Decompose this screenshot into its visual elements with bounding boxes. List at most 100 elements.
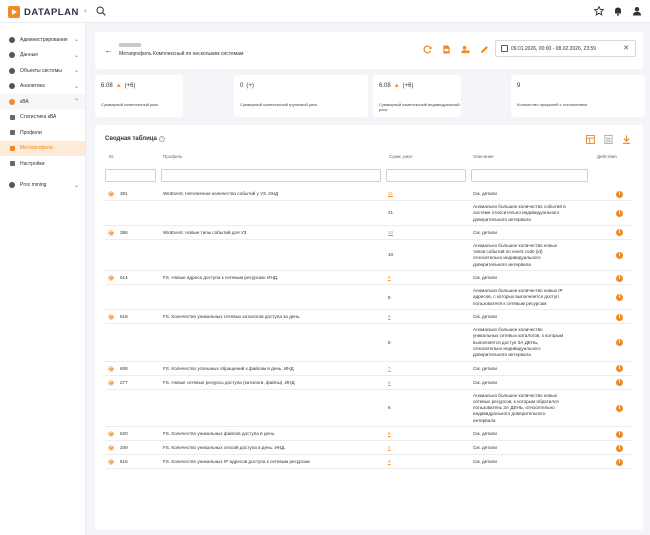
logo-icon <box>8 6 20 18</box>
info-icon[interactable]: i <box>616 209 623 217</box>
row-id: 386 <box>120 229 128 235</box>
search-icon[interactable] <box>96 6 106 16</box>
row-id: 391 <box>120 191 128 196</box>
table-row[interactable]: 620 FS. Количество уникальных файлов дост… <box>105 427 631 441</box>
info-icon[interactable]: i <box>616 294 623 302</box>
detail-description: Аномально большое количество новых типов … <box>473 243 593 268</box>
row-id: 608 <box>120 365 128 371</box>
row-description: См. детали <box>473 445 497 450</box>
date-range-picker[interactable]: 09.01.2026, 00:00 - 08.02.2026, 23:59 ✕ <box>495 40 636 57</box>
collapse-sidebar-icon[interactable]: ‹ <box>84 6 87 15</box>
table-row[interactable]: 608 FS. Количество успешных обращений к ф… <box>105 362 631 376</box>
info-icon[interactable]: i <box>616 274 623 282</box>
info-icon[interactable]: i <box>616 404 623 412</box>
row-risk-link[interactable]: 8 <box>388 275 391 281</box>
expand-row-icon[interactable] <box>108 275 114 282</box>
expand-row-icon[interactable] <box>108 459 114 465</box>
table-row[interactable]: 277 FS. Новые сетевые ресурсы доступа (ка… <box>105 376 631 390</box>
column-header-description[interactable]: Описание <box>473 154 494 159</box>
sidebar-item-metaprofiles[interactable]: Метапрофили <box>0 140 85 156</box>
sidebar-item-label: Администрирование <box>20 36 68 43</box>
chevron-down-icon: ⌄ <box>73 68 79 74</box>
filter-id-input[interactable] <box>105 169 156 182</box>
sidebar-item-system-objects[interactable]: Объекты системы ⌄ <box>0 63 85 79</box>
row-risk-link[interactable]: 5 <box>388 431 391 437</box>
row-description: См. детали <box>473 314 497 319</box>
page-title: Метапрофиль Комплексный по нескольким си… <box>119 51 244 57</box>
table-row[interactable]: 618 FS. Количество уникальных сетевых кат… <box>105 310 631 324</box>
back-arrow-icon[interactable]: ← <box>104 45 113 55</box>
sidebar-item-proc-mining[interactable]: Proc mining ⌄ <box>0 178 85 194</box>
row-risk-link[interactable]: 6 <box>388 380 391 386</box>
column-settings-icon[interactable] <box>586 135 595 144</box>
app-logo[interactable]: DATAPLAN <box>8 6 79 18</box>
bell-icon[interactable] <box>613 6 623 16</box>
refresh-icon[interactable] <box>423 45 432 54</box>
sidebar-item-kva-statistics[interactable]: Статистика кВА <box>0 110 85 126</box>
table-row[interactable]: 614 FS. Новые адреса доступа к сетевым ре… <box>105 271 631 286</box>
user-icon[interactable] <box>632 6 642 16</box>
filter-profile-input[interactable] <box>161 169 381 182</box>
clear-date-icon[interactable]: ✕ <box>623 44 629 52</box>
help-icon[interactable]: ? <box>158 136 165 142</box>
row-profile: FS. Количество успешных обращений к файл… <box>163 365 294 371</box>
download-icon[interactable] <box>622 135 631 144</box>
table-row[interactable]: 349 FS. Количество уникальных сессий дост… <box>105 441 631 455</box>
row-risk-link[interactable]: 21 <box>388 191 393 197</box>
table-detail-row: 10 Аномально большое количество новых типо… <box>105 240 631 272</box>
info-icon[interactable]: i <box>616 229 623 237</box>
column-header-profile[interactable]: Профиль <box>163 154 182 159</box>
info-icon[interactable]: i <box>616 339 623 347</box>
filter-risk-input[interactable] <box>386 169 466 182</box>
pdf-export-icon[interactable] <box>442 45 451 54</box>
table-row[interactable]: 391 WinEvent. Нетипичное количество событ… <box>105 187 631 201</box>
info-icon[interactable]: i <box>616 313 623 321</box>
info-icon[interactable]: i <box>616 444 623 452</box>
info-icon[interactable]: i <box>616 379 623 386</box>
sidebar-item-label: Метапрофили <box>20 145 53 152</box>
edit-icon[interactable] <box>480 45 489 54</box>
stat-card-profiles-count: 9 Количество профилей с отклонением <box>511 75 645 117</box>
expand-row-icon[interactable] <box>108 365 114 372</box>
page-header: ← Метапрофиль Комплексный по нескольким … <box>95 32 643 69</box>
sidebar-item-administration[interactable]: Администрирование ⌄ <box>0 32 85 48</box>
stat-card-individual-risk: 6.08 ▲ (+6) Суммарный комплексный индивиду… <box>373 75 461 117</box>
column-header-risk[interactable]: Сумм. риск <box>389 154 412 159</box>
sidebar-item-settings[interactable]: Настройки <box>0 156 85 172</box>
expand-row-icon[interactable] <box>108 379 114 386</box>
expand-row-icon[interactable] <box>108 314 114 320</box>
row-risk-link[interactable]: 4 <box>388 445 391 451</box>
expand-row-icon[interactable] <box>108 191 114 197</box>
info-icon[interactable]: i <box>616 458 623 466</box>
column-header-id[interactable]: ID <box>109 154 114 159</box>
info-icon[interactable]: i <box>616 190 623 198</box>
row-profile: FS. Количество уникальных файлов доступа… <box>163 431 276 436</box>
sidebar-item-profiles[interactable]: Профили <box>0 125 85 141</box>
star-icon[interactable] <box>594 6 604 16</box>
filter-description-input[interactable] <box>471 169 588 182</box>
row-risk-link[interactable]: 7 <box>388 366 391 372</box>
sidebar-item-kva[interactable]: кВА ⌃ <box>0 94 85 110</box>
expand-row-icon[interactable] <box>108 431 114 437</box>
row-description: См. детали <box>473 459 497 464</box>
info-icon[interactable]: i <box>616 430 623 438</box>
row-risk-link[interactable]: 4 <box>388 459 391 465</box>
sidebar-item-data[interactable]: Данные ⌄ <box>0 48 85 64</box>
expand-row-icon[interactable] <box>108 445 114 451</box>
row-profile: FS. Новые сетевые ресурсы доступа (катал… <box>163 379 295 385</box>
table-row[interactable]: 386 WinEvent. Новые типы событий для УЗ 10… <box>105 226 631 240</box>
table-row[interactable]: 615 FS. Количество уникальных IP адресов … <box>105 455 631 469</box>
user-settings-icon[interactable] <box>461 45 470 54</box>
row-profile: FS. Количество уникальных IP адресов дос… <box>163 459 310 464</box>
row-risk-link[interactable]: 10 <box>388 230 393 236</box>
database-icon <box>9 52 15 59</box>
statistics-icon <box>10 114 15 120</box>
row-description: См. детали <box>473 431 497 436</box>
table-view-icon[interactable] <box>604 135 613 144</box>
row-risk-link[interactable]: 8 <box>388 314 391 320</box>
gear-icon <box>10 161 15 167</box>
info-icon[interactable]: i <box>616 365 623 372</box>
sidebar-item-analytics[interactable]: Аналитика ⌄ <box>0 79 85 95</box>
info-icon[interactable]: i <box>616 251 623 259</box>
expand-row-icon[interactable] <box>108 229 114 236</box>
